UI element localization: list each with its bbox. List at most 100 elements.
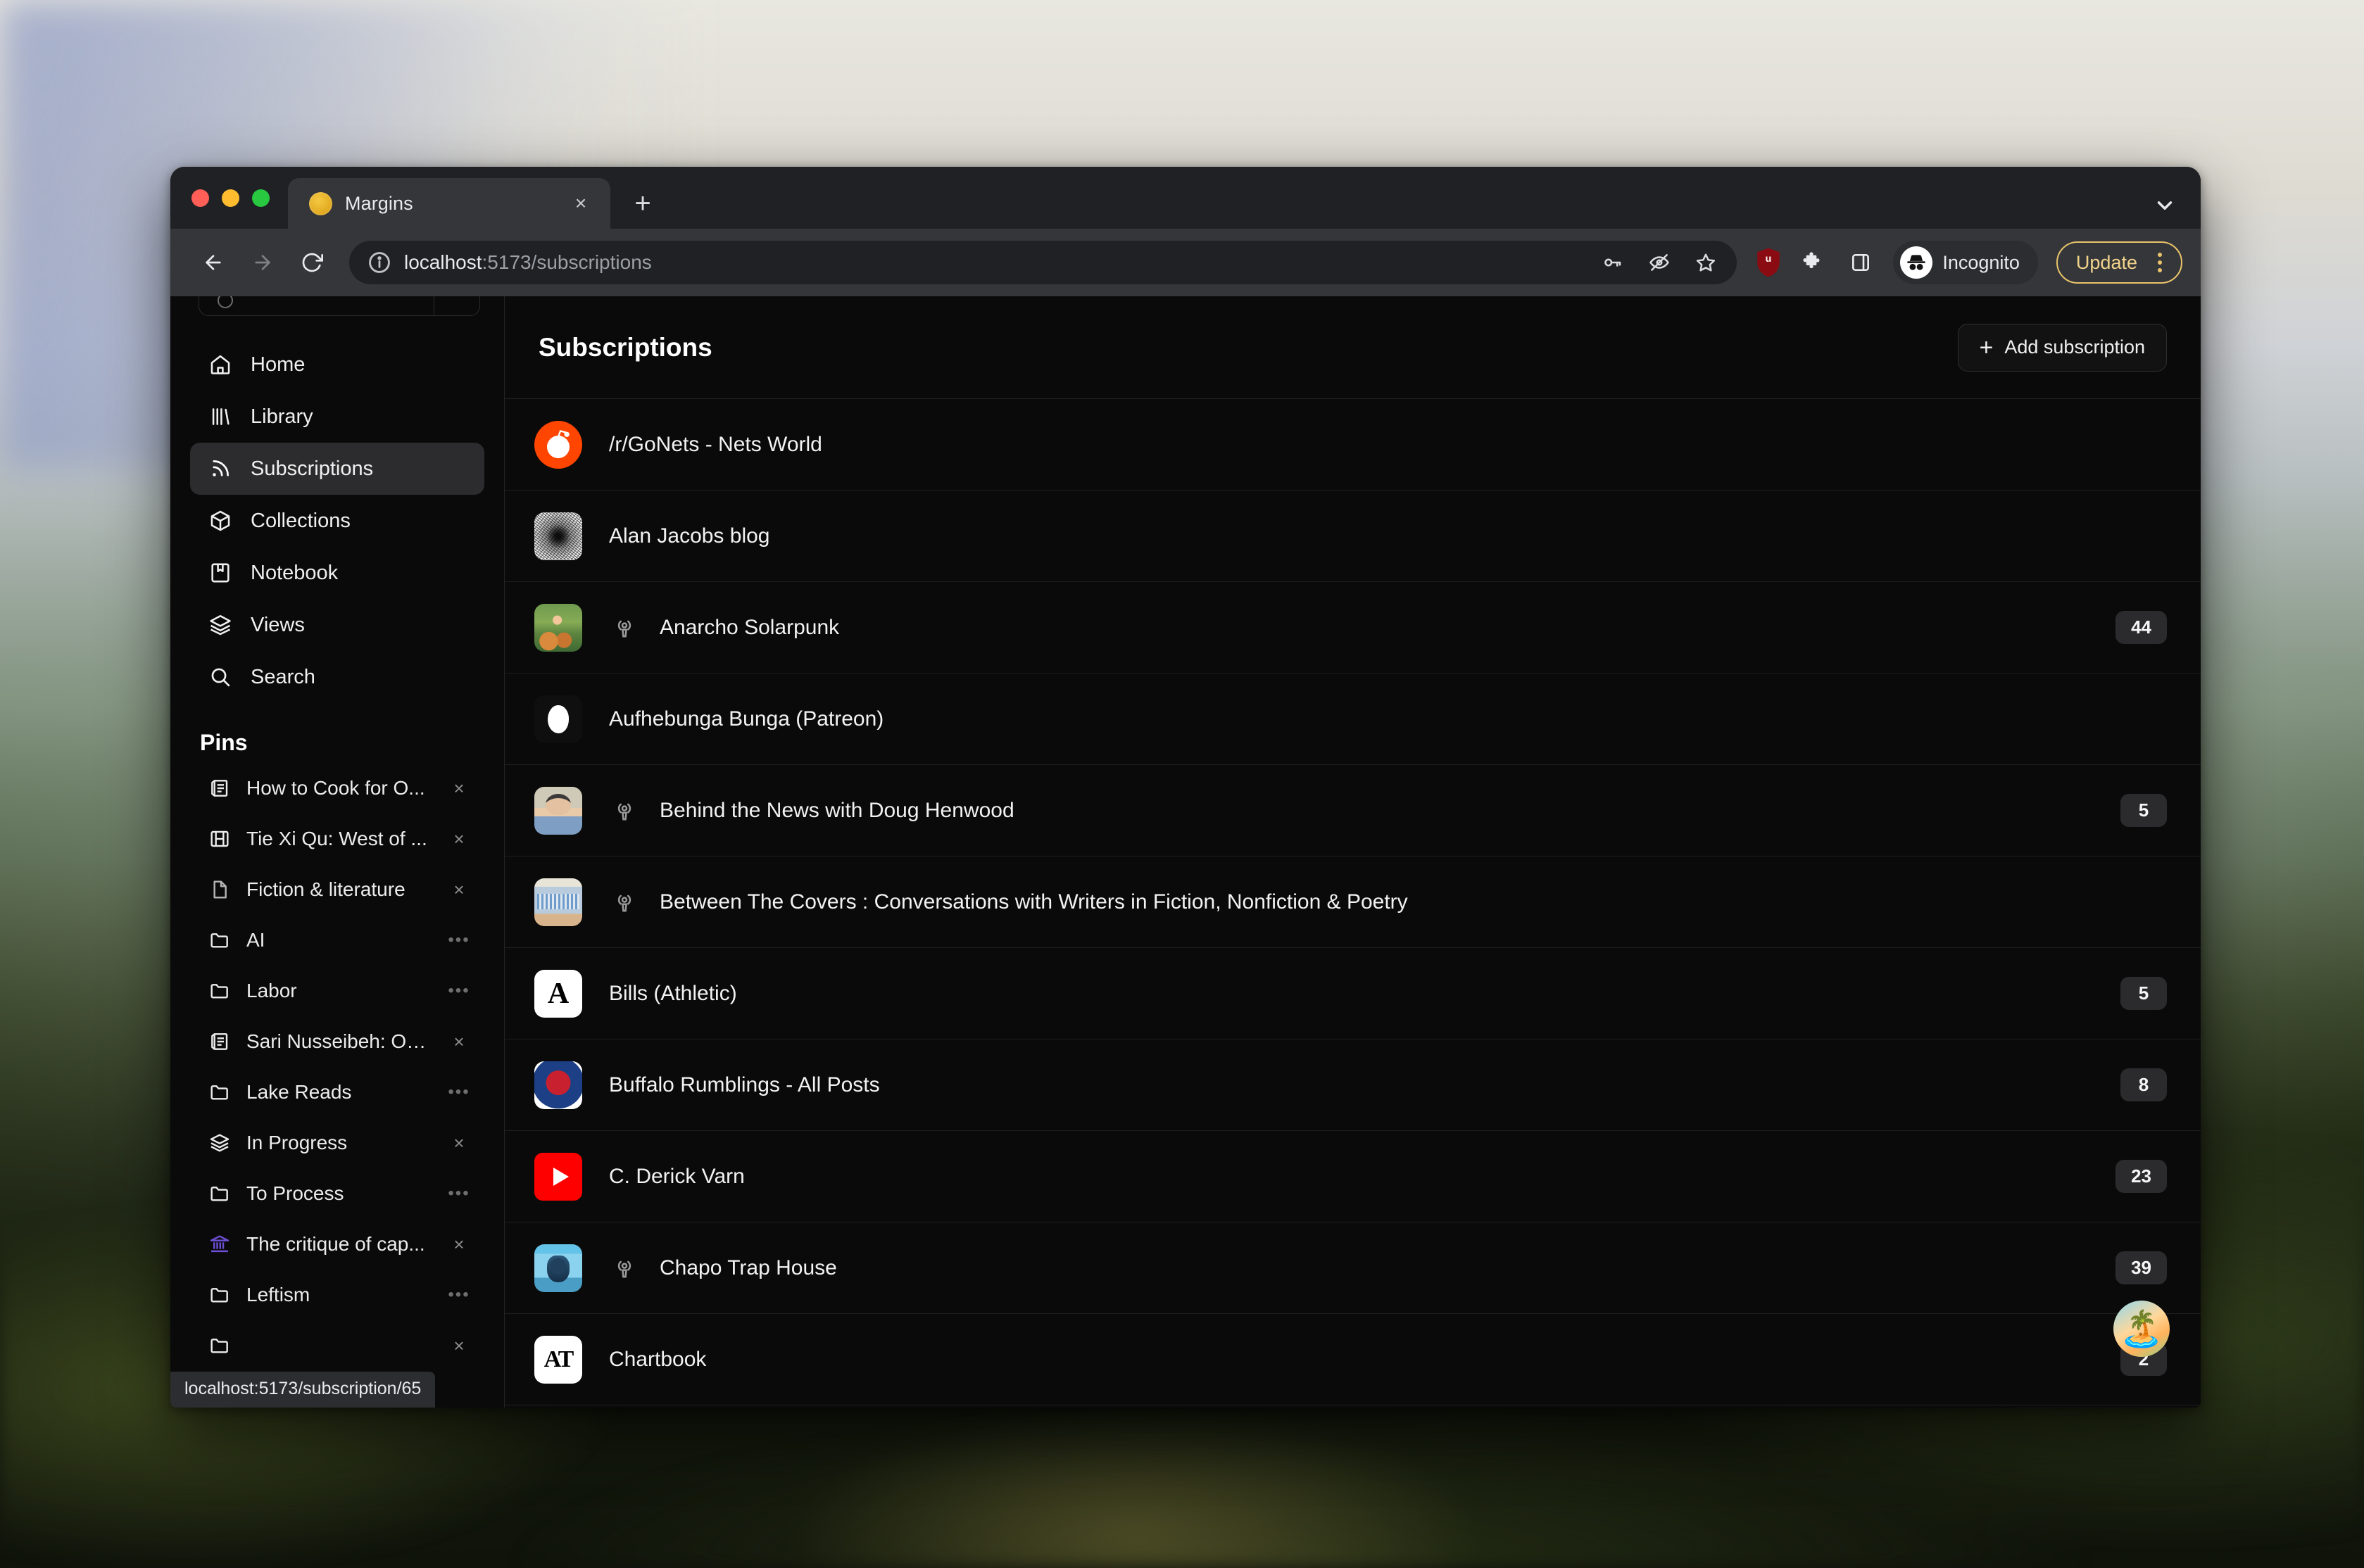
incognito-label: Incognito	[1942, 252, 2020, 274]
close-icon[interactable]: ×	[446, 1032, 472, 1051]
floating-avatar-button[interactable]: 🏝️	[2113, 1301, 2170, 1357]
pin-item-labor[interactable]: Labor •••	[190, 966, 484, 1016]
subscription-row[interactable]: A Bills (Athletic) 5	[505, 948, 2201, 1039]
more-options-icon[interactable]: •••	[446, 1185, 472, 1202]
unread-count-badge: 44	[2115, 611, 2167, 644]
subscription-row[interactable]: Anarcho Solarpunk 44	[505, 582, 2201, 674]
pin-item-ai[interactable]: AI •••	[190, 915, 484, 966]
close-icon[interactable]: ×	[567, 189, 595, 217]
close-icon[interactable]: ×	[446, 1235, 472, 1253]
close-icon[interactable]: ×	[446, 1134, 472, 1152]
forward-button[interactable]	[241, 241, 284, 284]
browser-tab-margins[interactable]: Margins ×	[288, 178, 610, 229]
pin-item-label: Labor	[246, 980, 431, 1002]
more-options-icon[interactable]: •••	[446, 1084, 472, 1101]
sidebar-item-collections[interactable]: Collections	[190, 495, 484, 547]
subscription-row[interactable]: Aufhebunga Bunga (Patreon)	[505, 674, 2201, 765]
rss-icon	[208, 457, 232, 481]
kebab-menu-icon[interactable]	[2144, 253, 2175, 272]
pin-item-tie-xi-qu[interactable]: Tie Xi Qu: West of ... ×	[190, 814, 484, 864]
main-header: Subscriptions + Add subscription	[505, 296, 2201, 399]
back-button[interactable]	[191, 241, 235, 284]
browser-tab-strip: Margins × +	[170, 167, 2201, 229]
patreon-avatar	[534, 695, 582, 743]
subscription-row[interactable]: Behind the News with Doug Henwood 5	[505, 765, 2201, 856]
search-icon	[208, 665, 232, 689]
subscription-row[interactable]: C. Derick Varn 23	[505, 1131, 2201, 1222]
subscription-row[interactable]: Alan Jacobs blog	[505, 491, 2201, 582]
sidebar-search-box[interactable]	[199, 296, 480, 316]
pin-item-in-progress[interactable]: In Progress ×	[190, 1118, 484, 1168]
star-icon[interactable]	[1686, 243, 1725, 282]
pin-item-partial[interactable]: ×	[190, 1320, 484, 1371]
update-button[interactable]: Update	[2056, 241, 2182, 284]
pin-item-leftism[interactable]: Leftism •••	[190, 1270, 484, 1320]
sidebar-item-search[interactable]: Search	[190, 651, 484, 703]
youtube-avatar	[534, 1153, 582, 1201]
pin-item-lake-reads[interactable]: Lake Reads •••	[190, 1067, 484, 1118]
more-options-icon[interactable]: •••	[446, 932, 472, 949]
close-icon[interactable]: ×	[446, 880, 472, 899]
window-close-button[interactable]	[191, 189, 209, 207]
pin-item-label: Fiction & literature	[246, 878, 431, 901]
home-icon	[208, 353, 232, 377]
pins-heading: Pins	[170, 703, 504, 763]
subscription-title: Chartbook	[609, 1348, 2120, 1372]
subscription-row[interactable]: Between The Covers : Conversations with …	[505, 856, 2201, 948]
sidebar-item-notebook[interactable]: Notebook	[190, 547, 484, 599]
plus-icon: +	[1980, 336, 1994, 360]
subscription-row[interactable]: COMEDY	[505, 1405, 2201, 1408]
close-icon[interactable]: ×	[446, 1336, 472, 1355]
subscription-row[interactable]: /r/GoNets - Nets World	[505, 399, 2201, 491]
add-subscription-button[interactable]: + Add subscription	[1958, 324, 2167, 372]
incognito-indicator[interactable]: Incognito	[1893, 241, 2038, 284]
eye-off-icon[interactable]	[1640, 243, 1679, 282]
chevron-down-icon[interactable]	[2153, 194, 2177, 217]
subscription-row[interactable]: Chapo Trap House 39	[505, 1222, 2201, 1314]
pin-item-to-process[interactable]: To Process •••	[190, 1168, 484, 1219]
window-maximize-button[interactable]	[252, 189, 270, 207]
subscription-title: Buffalo Rumblings - All Posts	[609, 1073, 2120, 1097]
pin-item-sari-nusseibeh[interactable]: Sari Nusseibeh: Ou... ×	[190, 1016, 484, 1067]
sidebar-item-library[interactable]: Library	[190, 391, 484, 443]
window-minimize-button[interactable]	[222, 189, 239, 207]
new-tab-button[interactable]: +	[623, 184, 662, 223]
info-icon[interactable]	[367, 251, 391, 274]
article-icon	[208, 1030, 231, 1053]
pin-item-label: To Process	[246, 1182, 431, 1205]
more-options-icon[interactable]: •••	[446, 982, 472, 999]
island-emoji: 🏝️	[2120, 1311, 2163, 1346]
reload-button[interactable]	[290, 241, 334, 284]
folder-icon	[208, 1081, 231, 1104]
pin-item-label: In Progress	[246, 1132, 431, 1154]
ublock-origin-icon[interactable]: u	[1755, 248, 1782, 277]
sidebar-item-subscriptions[interactable]: Subscriptions	[190, 443, 484, 495]
key-icon[interactable]	[1593, 243, 1633, 282]
pin-item-how-to-cook[interactable]: How to Cook for O... ×	[190, 763, 484, 814]
subscription-row[interactable]: Buffalo Rumblings - All Posts 8	[505, 1039, 2201, 1131]
close-icon[interactable]: ×	[446, 830, 472, 848]
browser-window: Margins × + localhost:5173/subscriptions	[170, 167, 2201, 1408]
sidebar-item-home[interactable]: Home	[190, 339, 484, 391]
pin-item-label: Lake Reads	[246, 1081, 431, 1104]
unread-count-badge: 39	[2115, 1251, 2167, 1284]
svg-text:u: u	[1766, 253, 1772, 264]
close-icon[interactable]: ×	[446, 779, 472, 797]
subscription-row[interactable]: AT Chartbook 2	[505, 1314, 2201, 1405]
update-label: Update	[2076, 252, 2137, 274]
pin-item-fiction-literature[interactable]: Fiction & literature ×	[190, 864, 484, 915]
tab-favicon	[309, 192, 332, 215]
folder-icon	[208, 1182, 231, 1205]
pin-item-critique-of-capital[interactable]: The critique of cap... ×	[190, 1219, 484, 1270]
unread-count-badge: 8	[2120, 1068, 2167, 1101]
address-bar[interactable]: localhost:5173/subscriptions	[349, 241, 1737, 284]
puzzle-icon[interactable]	[1792, 243, 1831, 282]
more-options-icon[interactable]: •••	[446, 1286, 472, 1303]
pin-item-label: How to Cook for O...	[246, 777, 431, 799]
side-panel-icon[interactable]	[1841, 243, 1880, 282]
subscription-title: /r/GoNets - Nets World	[609, 433, 2120, 457]
status-bar-url: localhost:5173/subscription/65	[170, 1372, 435, 1408]
sidebar-item-views[interactable]: Views	[190, 599, 484, 651]
notebook-icon	[208, 561, 232, 585]
sidebar-item-label: Notebook	[251, 562, 338, 585]
